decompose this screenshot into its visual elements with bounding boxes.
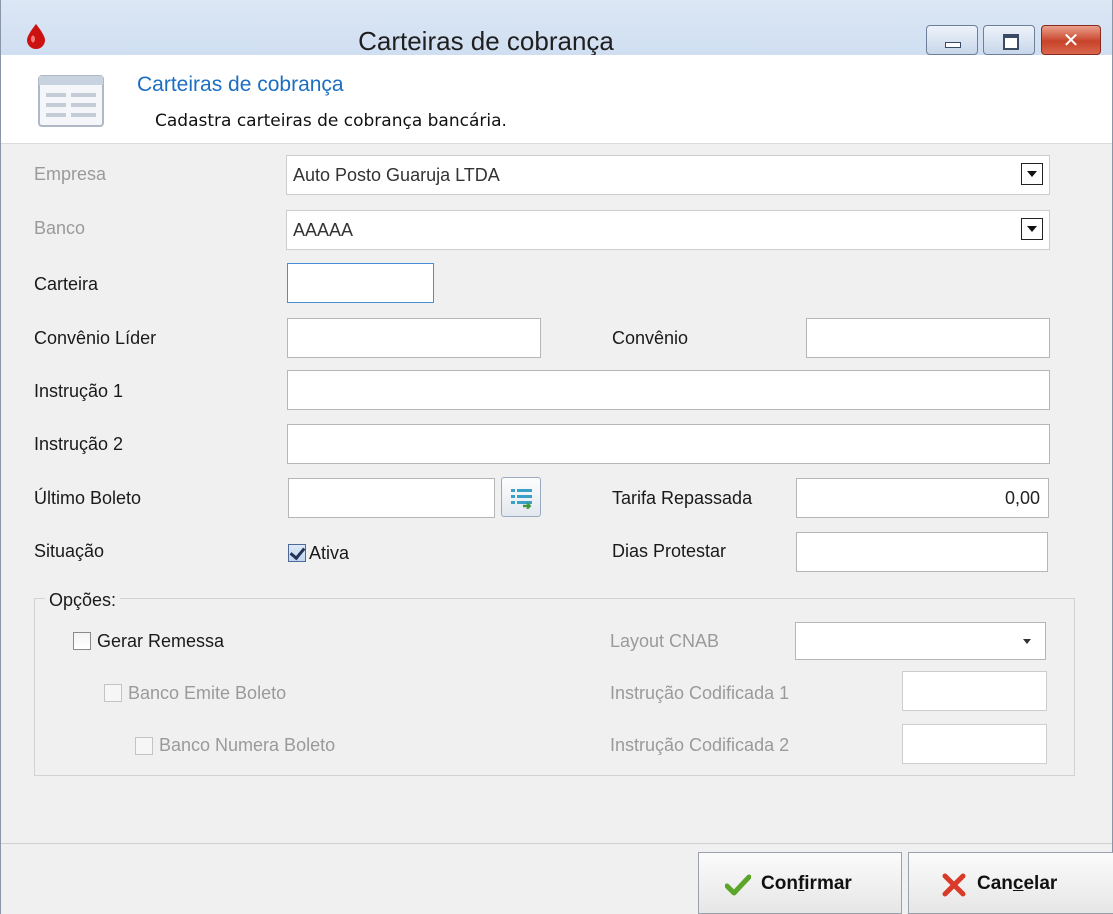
layout-cnab-select[interactable] bbox=[795, 622, 1046, 660]
empresa-label: Empresa bbox=[34, 164, 107, 184]
tarifa-repassada-input[interactable] bbox=[796, 478, 1049, 518]
banco-value: AAAAA bbox=[293, 220, 354, 240]
banco-numera-boleto-checkbox[interactable] bbox=[135, 737, 153, 755]
lookup-button[interactable] bbox=[501, 477, 541, 517]
gerar-remessa-label[interactable]: Gerar Remessa bbox=[97, 631, 224, 652]
situacao-label: Situação bbox=[34, 541, 105, 561]
dias-protestar-label: Dias Protestar bbox=[612, 541, 727, 561]
ultimo-boleto-input[interactable] bbox=[288, 478, 495, 518]
instrucao-1-input[interactable] bbox=[287, 370, 1050, 410]
opcoes-legend: Opções: bbox=[45, 590, 121, 611]
x-icon bbox=[942, 873, 966, 897]
carteira-input[interactable] bbox=[287, 263, 434, 303]
tarifa-repassada-label: Tarifa Repassada bbox=[612, 488, 753, 508]
form-list-icon bbox=[38, 75, 104, 127]
ultimo-boleto-label: Último Boleto bbox=[34, 488, 142, 508]
close-icon: ✕ bbox=[1062, 28, 1080, 52]
convenio-lider-label: Convênio Líder bbox=[34, 328, 157, 348]
convenio-label: Convênio bbox=[612, 328, 689, 348]
header-subtitle: Cadastra carteiras de cobrança bancária. bbox=[155, 111, 507, 131]
dias-protestar-input[interactable] bbox=[796, 532, 1048, 572]
carteira-label: Carteira bbox=[34, 274, 99, 294]
instrucao-2-label: Instrução 2 bbox=[34, 434, 124, 454]
header-panel: Carteiras de cobrança Cadastra carteiras… bbox=[1, 55, 1112, 144]
convenio-input[interactable] bbox=[806, 318, 1050, 358]
window-title: Carteiras de cobrança bbox=[358, 26, 614, 56]
banco-numera-boleto-label[interactable]: Banco Numera Boleto bbox=[159, 735, 335, 756]
minimize-icon bbox=[945, 42, 961, 48]
caret-down-icon bbox=[1023, 639, 1031, 644]
cancel-button[interactable]: Cancelar bbox=[908, 852, 1113, 914]
checkmark-icon bbox=[725, 874, 751, 896]
cancel-label: Cancelar bbox=[977, 873, 1058, 894]
instrucao-codificada-1-label: Instrução Codificada 1 bbox=[610, 683, 790, 703]
gerar-remessa-checkbox[interactable] bbox=[73, 632, 91, 650]
empresa-combo[interactable]: Auto Posto Guaruja LTDA bbox=[286, 155, 1050, 195]
minimize-button[interactable] bbox=[926, 25, 978, 55]
banco-emite-boleto-checkbox[interactable] bbox=[104, 684, 122, 702]
instrucao-codificada-1-input[interactable] bbox=[902, 671, 1047, 711]
empresa-value: Auto Posto Guaruja LTDA bbox=[293, 165, 500, 185]
ativa-checkbox[interactable] bbox=[288, 544, 306, 562]
list-lookup-icon bbox=[511, 489, 532, 509]
chevron-down-icon[interactable] bbox=[1021, 163, 1043, 185]
ativa-label[interactable]: Ativa bbox=[309, 543, 349, 564]
layout-cnab-label: Layout CNAB bbox=[610, 631, 720, 651]
dialog-window: Carteiras de cobrança ✕ Carteiras de cob… bbox=[0, 0, 1113, 914]
confirm-label: Confirmar bbox=[761, 873, 852, 894]
header-title: Carteiras de cobrança bbox=[137, 73, 344, 96]
chevron-down-icon[interactable] bbox=[1021, 218, 1043, 240]
instrucao-1-label: Instrução 1 bbox=[34, 381, 124, 401]
instrucao-codificada-2-input[interactable] bbox=[902, 724, 1047, 764]
confirm-button[interactable]: Confirmar bbox=[698, 852, 902, 914]
banco-combo[interactable]: AAAAA bbox=[286, 210, 1050, 250]
convenio-lider-input[interactable] bbox=[287, 318, 541, 358]
banco-emite-boleto-label[interactable]: Banco Emite Boleto bbox=[128, 683, 286, 704]
instrucao-2-input[interactable] bbox=[287, 424, 1050, 464]
instrucao-codificada-2-label: Instrução Codificada 2 bbox=[610, 735, 790, 755]
banco-label: Banco bbox=[34, 218, 86, 238]
maximize-button[interactable] bbox=[983, 25, 1035, 55]
close-button[interactable]: ✕ bbox=[1041, 25, 1101, 55]
maximize-icon bbox=[1003, 34, 1019, 50]
